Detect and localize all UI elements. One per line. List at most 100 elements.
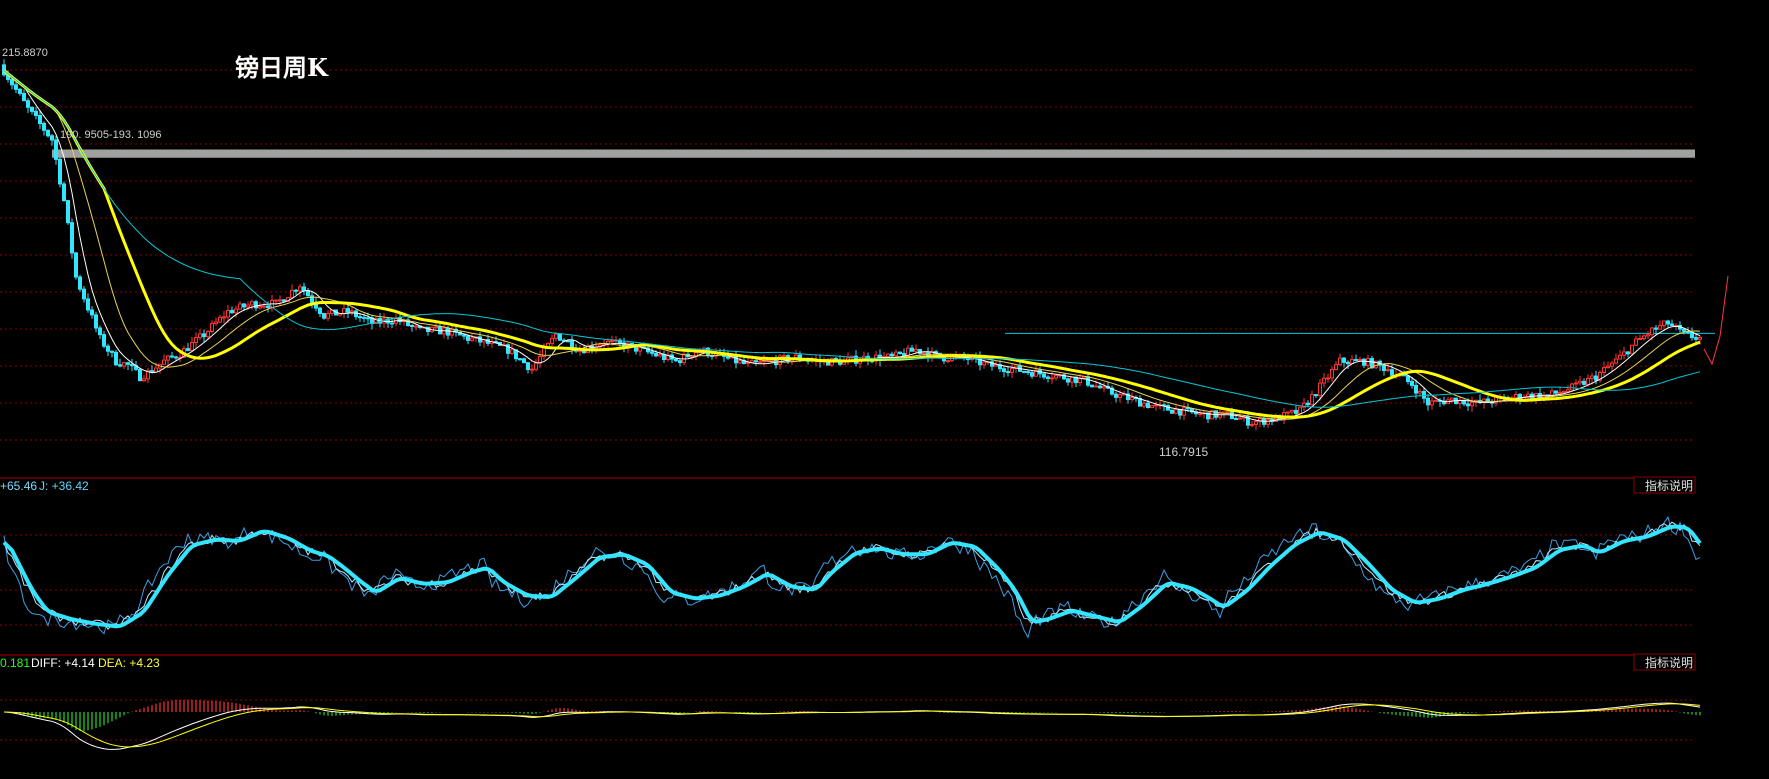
candle-body bbox=[1310, 394, 1314, 406]
candle-body bbox=[302, 286, 306, 292]
kdj-d-line bbox=[2, 524, 1702, 629]
candle-body bbox=[258, 305, 262, 309]
high-price-label: 215.8870 bbox=[2, 47, 48, 59]
candle-body bbox=[234, 308, 238, 314]
candle-body bbox=[62, 183, 66, 202]
candle-body bbox=[1266, 419, 1270, 425]
candle-body bbox=[1114, 393, 1118, 398]
macd-value-label: 0.181 bbox=[0, 656, 30, 670]
candle-body bbox=[1622, 351, 1626, 356]
candle-body bbox=[70, 222, 74, 254]
candle-body bbox=[1390, 369, 1394, 376]
candle-body bbox=[782, 355, 786, 358]
candle-body bbox=[202, 333, 206, 338]
candle-body bbox=[366, 317, 370, 320]
candle-body bbox=[34, 110, 38, 116]
candle-body bbox=[1566, 389, 1570, 393]
candle-body bbox=[1066, 378, 1070, 383]
candle-body bbox=[18, 88, 22, 94]
candle-body bbox=[1094, 385, 1098, 388]
candle-body bbox=[630, 342, 634, 345]
candle-body bbox=[1182, 407, 1186, 416]
chart-title: 镑日周K bbox=[235, 53, 329, 82]
candle-body bbox=[1362, 358, 1366, 366]
candle-body bbox=[650, 351, 654, 354]
candle-body bbox=[78, 276, 82, 290]
macd-explain-button[interactable]: 指标说明 bbox=[1633, 653, 1696, 671]
candle-body bbox=[1470, 401, 1474, 407]
candle-body bbox=[350, 310, 354, 313]
candle-body bbox=[1634, 338, 1638, 346]
candle-body bbox=[550, 337, 554, 344]
candle-body bbox=[318, 307, 322, 314]
ma-long-line bbox=[3, 69, 1701, 419]
candle-body bbox=[1358, 358, 1362, 361]
candle-body bbox=[170, 355, 174, 358]
candle-body bbox=[754, 360, 758, 363]
candle-body bbox=[1306, 402, 1310, 406]
candle-body bbox=[242, 303, 246, 308]
candle-body bbox=[86, 298, 90, 311]
candle-body bbox=[342, 308, 346, 315]
candle-body bbox=[174, 356, 178, 359]
candle-body bbox=[558, 333, 562, 341]
candle-body bbox=[410, 324, 414, 327]
candle-body bbox=[74, 252, 78, 278]
candle-body bbox=[1342, 357, 1346, 363]
candle-body bbox=[1434, 399, 1438, 402]
candle-body bbox=[1570, 383, 1574, 391]
candle-body bbox=[1386, 369, 1390, 372]
macd-dea-label: DEA: +4.23 bbox=[98, 656, 160, 670]
candle-body bbox=[1594, 375, 1598, 381]
candle-body bbox=[566, 340, 570, 343]
candle-body bbox=[1078, 377, 1082, 384]
kdj-explain-label: 指标说明 bbox=[1645, 478, 1693, 493]
candle-body bbox=[218, 316, 222, 323]
candle-body bbox=[390, 322, 394, 325]
candle-body bbox=[126, 362, 130, 365]
candle-body bbox=[1410, 380, 1414, 386]
candle-body bbox=[1694, 337, 1698, 340]
candle-body bbox=[198, 333, 202, 339]
candle-body bbox=[674, 358, 678, 362]
candle-body bbox=[138, 368, 142, 382]
candle-body bbox=[946, 360, 950, 363]
candle-body bbox=[1514, 393, 1518, 399]
candle-body bbox=[922, 352, 926, 355]
candle-body bbox=[510, 349, 514, 354]
kdj-j-label: J: +36.42 bbox=[39, 479, 89, 493]
candle-body bbox=[122, 362, 126, 367]
candle-body bbox=[1606, 365, 1610, 369]
candle-body bbox=[1346, 361, 1350, 365]
candle-body bbox=[254, 301, 258, 309]
candle-body bbox=[1070, 376, 1074, 383]
candle-body bbox=[1466, 403, 1470, 407]
candlestick-series bbox=[2, 59, 1702, 431]
candle-body bbox=[1682, 328, 1686, 332]
candle-body bbox=[1330, 369, 1334, 379]
candle-body bbox=[162, 359, 166, 365]
candle-body bbox=[194, 337, 198, 343]
candle-body bbox=[530, 368, 534, 371]
projection-line bbox=[1703, 275, 1729, 366]
ma-short-line bbox=[3, 70, 1701, 422]
candle-body bbox=[914, 348, 918, 352]
candle-body bbox=[90, 309, 94, 316]
candle-body bbox=[46, 129, 50, 137]
candle-body bbox=[1054, 374, 1058, 379]
candle-body bbox=[166, 355, 170, 361]
candle-body bbox=[1130, 397, 1134, 401]
candle-body bbox=[1586, 377, 1590, 385]
candle-body bbox=[1618, 354, 1622, 360]
candle-body bbox=[114, 351, 118, 366]
kdj-explain-button[interactable]: 指标说明 bbox=[1633, 476, 1696, 494]
candle-body bbox=[266, 305, 270, 308]
candle-body bbox=[1030, 372, 1034, 377]
macd-diff-line bbox=[3, 702, 1701, 750]
candle-body bbox=[738, 360, 742, 364]
candle-body bbox=[58, 158, 62, 185]
chart-gridlines bbox=[0, 69, 1715, 741]
candle-body bbox=[214, 321, 218, 325]
candle-body bbox=[1670, 323, 1674, 327]
candle-body bbox=[94, 314, 98, 329]
